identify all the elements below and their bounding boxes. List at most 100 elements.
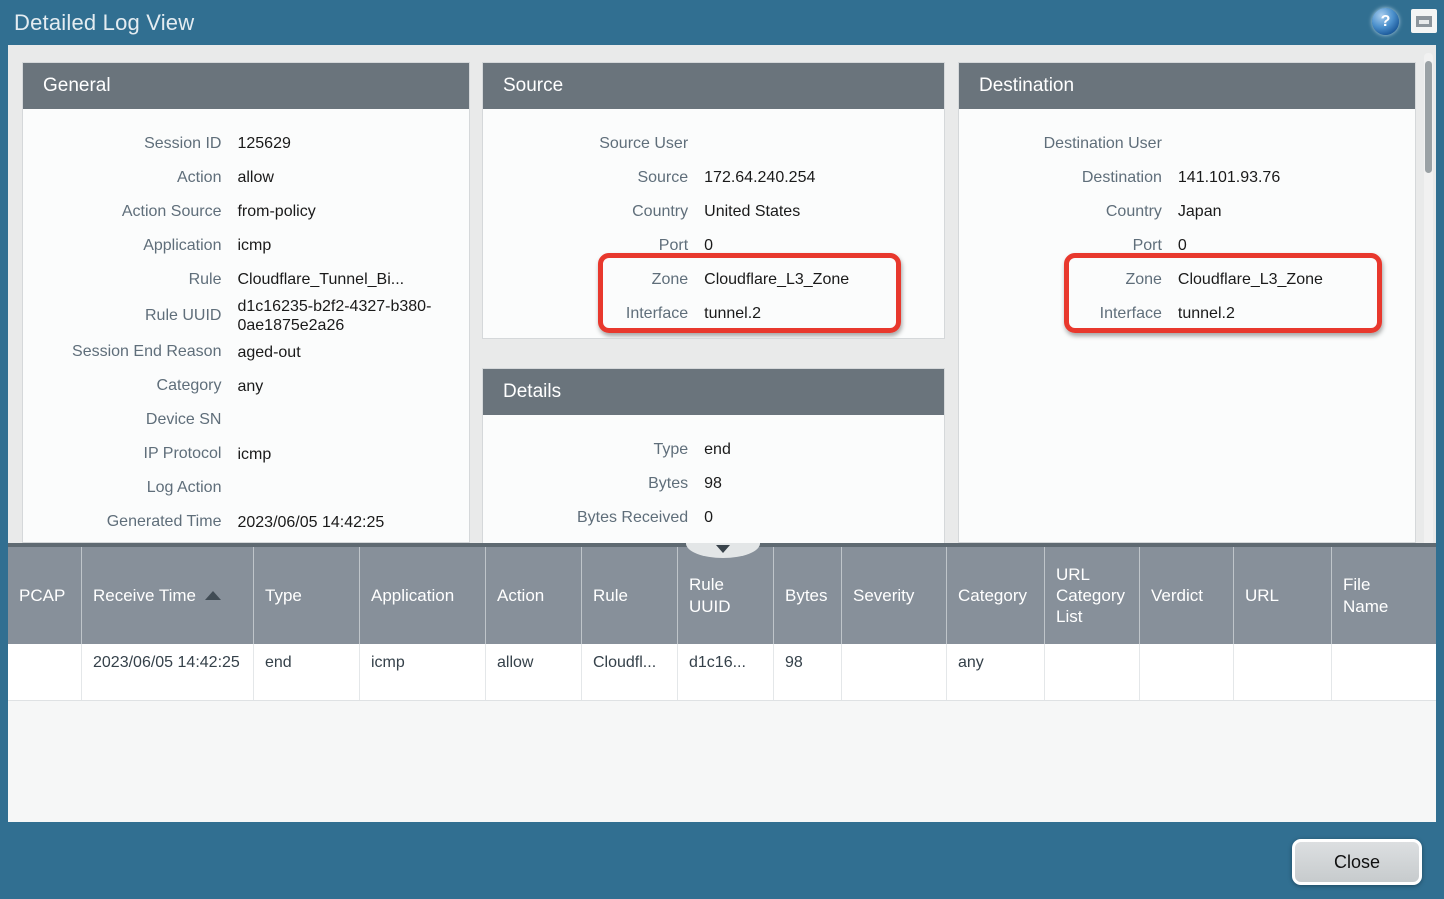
sort-ascending-icon [205,591,221,600]
field-value: from-policy [237,202,469,221]
log-table-row[interactable]: 2023/06/05 14:42:25 end icmp allow Cloud… [8,644,1436,701]
field-label: Generated Time [23,513,221,531]
column-label: URL Category List [1056,564,1128,628]
column-label: File Name [1343,574,1407,617]
field-label: Port [483,237,688,255]
field-value: any [237,377,469,396]
field-value: 125629 [237,134,469,153]
column-label: Action [497,585,544,606]
field-value: d1c16235-b2f2-4327-b380-0ae1875e2a26 [237,297,469,335]
field-value: Cloudflare_L3_Zone [1178,270,1415,289]
column-header-category[interactable]: Category [947,547,1045,644]
field-row-log-action: Log Action [23,471,469,505]
column-label: Rule [593,585,628,606]
field-value: tunnel.2 [1178,304,1415,323]
column-header-pcap[interactable]: PCAP [8,547,82,644]
column-header-url[interactable]: URL [1234,547,1332,644]
column-label: URL [1245,585,1279,606]
column-header-url-category-list[interactable]: URL Category List [1045,547,1140,644]
field-value: 2023/06/05 14:42:25 [237,513,469,532]
field-row-source-port: Port0 [483,229,944,263]
field-label: Action Source [23,203,221,221]
field-label: Destination User [959,135,1162,153]
field-row-destination-interface: Interface tunnel.2 [959,297,1415,331]
cell-action: allow [486,644,582,700]
cell-rule-uuid: d1c16... [678,644,774,700]
field-row-session-id: Session ID 125629 [23,127,469,161]
column-header-bytes[interactable]: Bytes [774,547,842,644]
cell-url-category-list [1045,644,1140,700]
field-row-destination-zone: Zone Cloudflare_L3_Zone [959,263,1415,297]
field-label: Bytes [483,475,688,493]
field-row-destination-country: CountryJapan [959,195,1415,229]
column-header-file-name[interactable]: File Name [1332,547,1436,644]
column-header-rule[interactable]: Rule [582,547,678,644]
field-row-source-interface: Interfacetunnel.2 [483,297,944,331]
field-value: Cloudflare_Tunnel_Bi... [237,270,469,289]
field-row-source-zone: ZoneCloudflare_L3_Zone [483,263,944,297]
field-row-destination-user: Destination User [959,127,1415,161]
destination-panel-header: Destination [959,63,1415,109]
field-row-ip-protocol: IP Protocolicmp [23,437,469,471]
general-panel: General Session ID 125629 Action allow Act… [22,62,470,543]
field-row-category: Categoryany [23,369,469,403]
cell-file-name [1332,644,1436,700]
details-panel-header: Details [483,369,944,415]
column-label: Rule UUID [689,574,753,617]
field-row-bytes: Bytes 98 [483,467,944,501]
field-value: aged-out [237,343,469,362]
column-header-type[interactable]: Type [254,547,360,644]
field-row-session-end-reason: Session End Reason aged-out [23,335,469,369]
field-label: IP Protocol [23,445,221,463]
help-icon[interactable]: ? [1372,8,1399,35]
field-value: 98 [704,474,944,493]
field-label: Session ID [23,135,221,153]
cell-application: icmp [360,644,486,700]
column-header-application[interactable]: Application [360,547,486,644]
field-value: 141.101.93.76 [1178,168,1415,187]
field-label: Bytes Received [483,509,688,527]
field-label: Destination [959,169,1162,187]
cell-pcap [8,644,82,700]
general-panel-header: General [23,63,469,109]
field-value: allow [237,168,469,187]
field-label: Zone [483,271,688,289]
field-label: Interface [959,305,1162,323]
field-value: United States [704,202,944,221]
window-glyph [1416,16,1432,27]
column-label: PCAP [19,585,65,606]
column-header-receive-time[interactable]: Receive Time [82,547,254,644]
field-value: icmp [237,236,469,255]
field-row-device-sn: Device SN [23,403,469,437]
cell-bytes: 98 [774,644,842,700]
column-header-rule-uuid[interactable]: Rule UUID [678,547,774,644]
column-header-severity[interactable]: Severity [842,547,947,644]
field-row-destination-port: Port0 [959,229,1415,263]
field-value: 0 [1178,236,1415,255]
dialog-title: Detailed Log View [14,10,194,36]
field-label: Country [959,203,1162,221]
field-value: tunnel.2 [704,304,944,323]
field-label: Device SN [23,411,221,429]
field-row-rule-uuid: Rule UUIDd1c16235-b2f2-4327-b380-0ae1875… [23,297,469,335]
column-label: Receive Time [93,585,196,606]
column-header-verdict[interactable]: Verdict [1140,547,1234,644]
destination-panel: Destination Destination User Destination… [958,62,1416,543]
field-label: Rule [23,271,221,289]
field-label: Action [23,169,221,187]
field-label: Zone [959,271,1162,289]
field-row-source-country: CountryUnited States [483,195,944,229]
field-row-destination: Destination 141.101.93.76 [959,161,1415,195]
table-header-row: PCAP Receive Time Type Application Actio… [8,547,1436,644]
field-row-bytes-received: Bytes Received0 [483,501,944,535]
cell-category: any [947,644,1045,700]
column-header-action[interactable]: Action [486,547,582,644]
vertical-scrollbar-thumb[interactable] [1425,61,1432,173]
cell-severity [842,644,947,700]
column-label: Severity [853,585,914,606]
maximize-window-icon[interactable] [1411,9,1437,33]
field-label: Type [483,441,688,459]
close-button[interactable]: Close [1292,839,1422,885]
field-label: Source User [483,135,688,153]
field-label: Session End Reason [23,343,221,361]
